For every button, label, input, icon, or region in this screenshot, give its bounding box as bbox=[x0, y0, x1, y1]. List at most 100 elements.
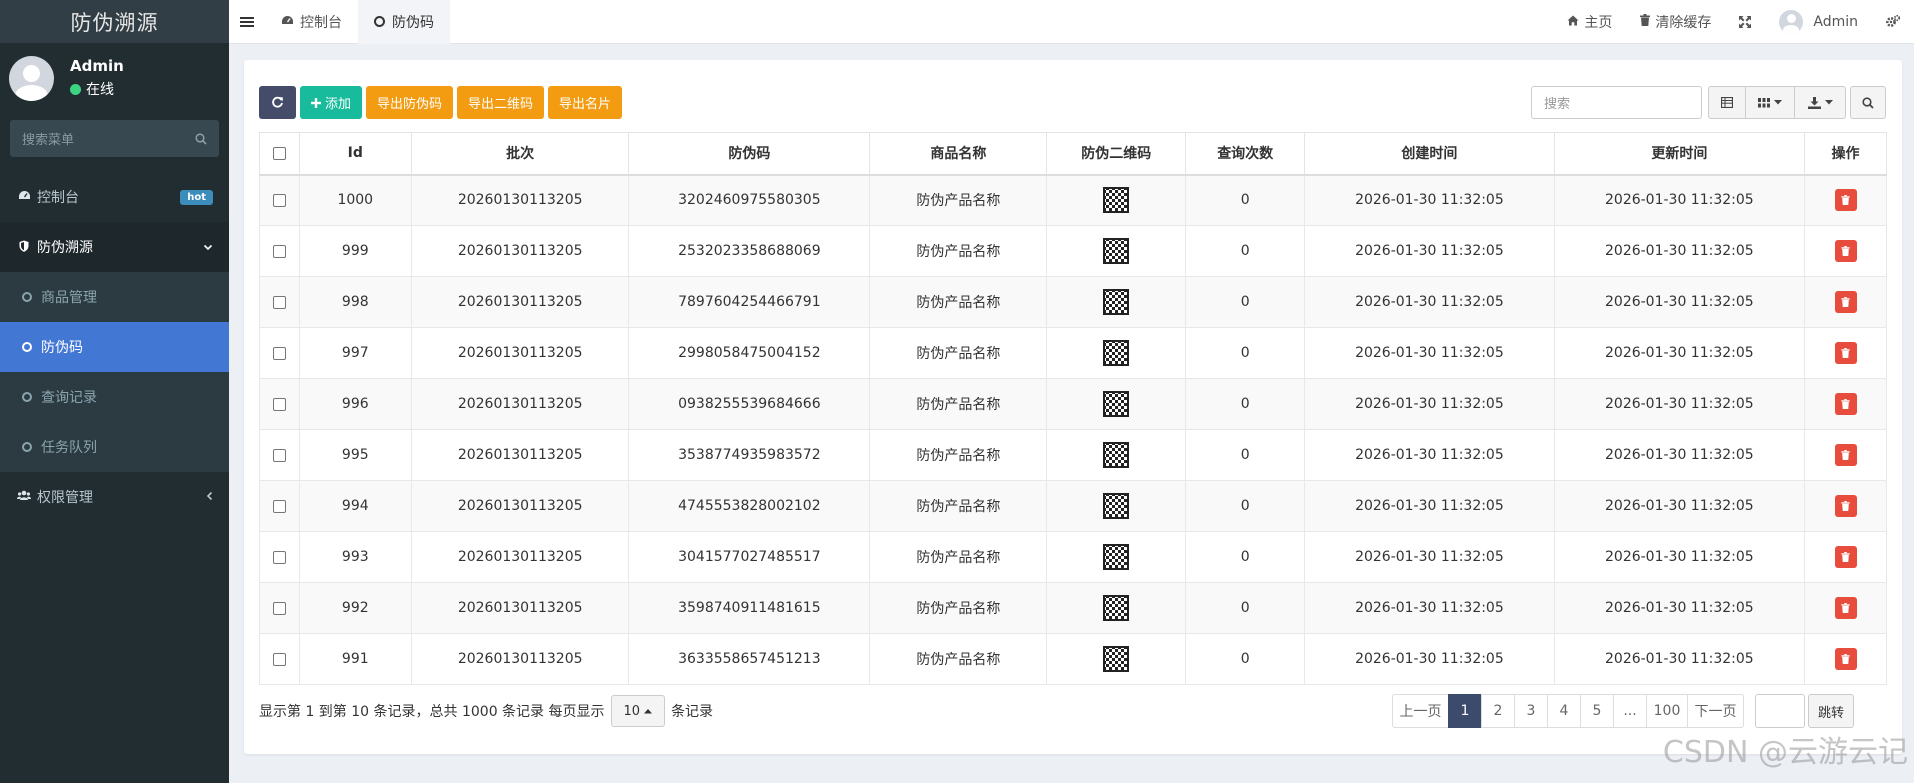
add-button-label: 添加 bbox=[325, 97, 352, 112]
cell-queries: 0 bbox=[1185, 480, 1306, 532]
qrcode-image[interactable] bbox=[1103, 187, 1130, 214]
delete-button[interactable] bbox=[1834, 495, 1857, 517]
export-qrcode-button[interactable]: 导出二维码 bbox=[457, 86, 545, 119]
table-row: 998 20260130113205 7897604254466791 防伪产品名称 0… bbox=[259, 276, 1887, 328]
sidebar-item-permissions[interactable]: 权限管理 bbox=[0, 472, 229, 522]
qrcode-image[interactable] bbox=[1103, 493, 1130, 519]
qrcode-image[interactable] bbox=[1103, 595, 1130, 621]
prev-page-button[interactable]: 上一页 bbox=[1392, 694, 1449, 728]
trash-icon bbox=[1841, 195, 1850, 206]
sidebar-item-task-queue[interactable]: 任务队列 bbox=[0, 422, 229, 472]
delete-button[interactable] bbox=[1834, 393, 1857, 415]
row-checkbox[interactable] bbox=[272, 295, 286, 309]
sidebar-item-query-records[interactable]: 查询记录 bbox=[0, 372, 229, 422]
table-search-input[interactable]: 搜索 bbox=[1531, 86, 1702, 119]
qrcode-image[interactable] bbox=[1103, 391, 1130, 417]
refresh-button[interactable] bbox=[259, 86, 296, 119]
export-codes-button[interactable]: 导出防伪码 bbox=[366, 86, 454, 119]
delete-button[interactable] bbox=[1834, 597, 1857, 619]
add-button[interactable]: 添加 bbox=[300, 86, 363, 119]
row-checkbox[interactable] bbox=[272, 397, 286, 411]
delete-button[interactable] bbox=[1834, 648, 1857, 670]
advanced-search-button[interactable] bbox=[1850, 86, 1886, 119]
column-header[interactable]: 更新时间 bbox=[1553, 132, 1806, 176]
refresh-icon bbox=[272, 96, 283, 108]
cell-id: 998 bbox=[298, 276, 413, 328]
select-all-checkbox[interactable] bbox=[272, 146, 286, 160]
cell-id: 992 bbox=[298, 582, 413, 634]
columns-dropdown-button[interactable] bbox=[1745, 86, 1795, 119]
page-button[interactable]: 2 bbox=[1481, 694, 1515, 728]
export-card-button[interactable]: 导出名片 bbox=[548, 86, 623, 119]
delete-button[interactable] bbox=[1834, 342, 1857, 364]
delete-button[interactable] bbox=[1834, 240, 1857, 262]
page-button[interactable]: 100 bbox=[1646, 694, 1688, 728]
row-checkbox[interactable] bbox=[272, 550, 286, 564]
search-icon[interactable] bbox=[195, 132, 207, 145]
table-row: 999 20260130113205 2532023358688069 防伪产品名称 0… bbox=[259, 225, 1887, 277]
row-checkbox[interactable] bbox=[272, 448, 286, 462]
column-header[interactable]: 查询次数 bbox=[1185, 132, 1306, 176]
page-button[interactable]: 3 bbox=[1514, 694, 1548, 728]
cell-code: 0938255539684666 bbox=[628, 378, 871, 430]
sidebar-item-products[interactable]: 商品管理 bbox=[0, 272, 229, 322]
menu-search-input[interactable]: 搜索菜单 bbox=[10, 120, 219, 157]
row-checkbox[interactable] bbox=[272, 652, 286, 666]
settings-gears-icon[interactable] bbox=[1872, 15, 1914, 28]
delete-button[interactable] bbox=[1834, 189, 1857, 212]
delete-button[interactable] bbox=[1834, 291, 1857, 313]
cell-id: 991 bbox=[298, 633, 413, 685]
cell-batch: 20260130113205 bbox=[411, 480, 630, 532]
qr-cell bbox=[1046, 174, 1187, 226]
actions-cell bbox=[1804, 378, 1887, 430]
sidebar-item-dashboard[interactable]: 控制台 hot bbox=[0, 172, 229, 222]
qrcode-image[interactable] bbox=[1103, 646, 1130, 672]
qrcode-image[interactable] bbox=[1103, 544, 1130, 570]
next-page-button[interactable]: 下一页 bbox=[1687, 694, 1744, 728]
row-checkbox[interactable] bbox=[272, 346, 286, 360]
row-checkbox[interactable] bbox=[272, 601, 286, 615]
jump-button[interactable]: 跳转 bbox=[1808, 694, 1854, 728]
page-button[interactable]: 5 bbox=[1580, 694, 1614, 728]
delete-button[interactable] bbox=[1834, 444, 1857, 466]
tab-anticounterfeit-codes[interactable]: 防伪码 bbox=[358, 0, 450, 44]
cell-queries: 0 bbox=[1185, 633, 1306, 685]
home-link[interactable]: 主页 bbox=[1553, 12, 1626, 32]
grid-icon bbox=[1758, 97, 1770, 107]
caret-up-icon bbox=[644, 708, 653, 713]
column-header[interactable]: 商品名称 bbox=[869, 132, 1048, 176]
brand-logo[interactable]: 防伪溯源 bbox=[0, 0, 229, 43]
qrcode-image[interactable] bbox=[1103, 238, 1130, 264]
user-status: 在线 bbox=[70, 79, 124, 99]
column-header[interactable]: 创建时间 bbox=[1304, 132, 1555, 176]
qr-cell bbox=[1046, 480, 1187, 532]
sidebar-item-anticounterfeit-codes[interactable]: 防伪码 bbox=[0, 322, 229, 372]
page-size-select[interactable]: 10 bbox=[610, 695, 666, 727]
delete-button[interactable] bbox=[1834, 546, 1857, 568]
column-header[interactable]: Id bbox=[298, 132, 413, 176]
page-ellipsis: ... bbox=[1613, 694, 1647, 728]
toggle-view-button[interactable] bbox=[1708, 86, 1746, 119]
column-header[interactable]: 防伪二维码 bbox=[1046, 132, 1187, 176]
pagination: 上一页 1 2 3 4 5 ... 100 下一页 跳转 bbox=[1392, 694, 1854, 728]
tab-dashboard[interactable]: 控制台 bbox=[265, 0, 358, 44]
row-checkbox[interactable] bbox=[272, 244, 286, 258]
menu-toggle-icon[interactable] bbox=[229, 0, 265, 44]
clear-cache-button[interactable]: 清除缓存 bbox=[1626, 12, 1725, 32]
fullscreen-icon[interactable] bbox=[1725, 15, 1765, 28]
column-header[interactable]: 防伪码 bbox=[628, 132, 871, 176]
page-button[interactable]: 1 bbox=[1448, 694, 1482, 728]
qrcode-image[interactable] bbox=[1103, 442, 1130, 468]
qrcode-image[interactable] bbox=[1103, 289, 1130, 315]
user-menu[interactable]: Admin bbox=[1765, 9, 1872, 34]
qrcode-image[interactable] bbox=[1103, 340, 1130, 366]
column-header[interactable]: 批次 bbox=[411, 132, 630, 176]
sidebar-item-traceability[interactable]: 防伪溯源 bbox=[0, 222, 229, 272]
trash-icon bbox=[1841, 348, 1850, 358]
jump-page-input[interactable] bbox=[1755, 694, 1805, 728]
row-checkbox[interactable] bbox=[272, 193, 286, 207]
row-checkbox[interactable] bbox=[272, 499, 286, 513]
page-button[interactable]: 4 bbox=[1547, 694, 1581, 728]
cell-created: 2026-01-30 11:32:05 bbox=[1304, 327, 1555, 379]
export-dropdown-button[interactable] bbox=[1794, 86, 1846, 119]
